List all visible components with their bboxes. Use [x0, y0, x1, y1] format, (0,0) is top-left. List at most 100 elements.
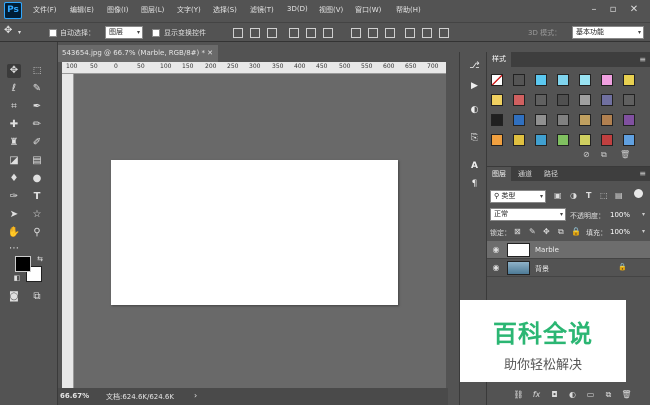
new-group-icon[interactable]: ▭: [585, 389, 596, 400]
adjustments-icon[interactable]: ◐: [468, 104, 481, 117]
new-layer-icon[interactable]: ⧉: [603, 389, 614, 400]
close-icon[interactable]: ✕: [626, 3, 642, 17]
clone-stamp-tool-icon[interactable]: ♜: [7, 136, 21, 150]
move-tool-icon[interactable]: ✥: [4, 25, 12, 36]
layer-style-icon[interactable]: fx: [531, 389, 542, 400]
blend-mode-dropdown[interactable]: 正常 ▾: [490, 208, 566, 221]
layer-row-marble[interactable]: ◉ Marble: [487, 241, 650, 259]
style-swatch[interactable]: [557, 74, 569, 86]
delete-layer-icon[interactable]: 🗑: [621, 389, 632, 400]
eraser-tool-icon[interactable]: ◪: [7, 154, 21, 168]
align-vcenter-icon[interactable]: [250, 28, 260, 38]
tab-layers[interactable]: 图层: [487, 167, 511, 181]
distribute-right-icon[interactable]: [439, 28, 449, 38]
auto-select-dropdown[interactable]: 图层 ▾: [105, 26, 143, 39]
filter-toggle-icon[interactable]: [634, 189, 643, 198]
style-swatch[interactable]: [623, 74, 635, 86]
default-colors-icon[interactable]: ◧: [10, 271, 24, 285]
lasso-tool-icon[interactable]: ℓ: [7, 82, 21, 96]
style-swatch[interactable]: [535, 134, 547, 146]
move-tool-icon[interactable]: ✥: [7, 64, 21, 78]
image-canvas[interactable]: [111, 160, 398, 305]
align-bottom-icon[interactable]: [267, 28, 277, 38]
style-swatch[interactable]: [557, 94, 569, 106]
menu-layer[interactable]: 图层(L): [141, 5, 164, 15]
quick-select-tool-icon[interactable]: ✎: [30, 82, 44, 96]
character-icon[interactable]: A: [468, 160, 481, 173]
style-swatch[interactable]: [535, 114, 547, 126]
style-swatch[interactable]: [601, 74, 613, 86]
align-hcenter-icon[interactable]: [306, 28, 316, 38]
visibility-eye-icon[interactable]: ◉: [491, 263, 501, 273]
style-swatch[interactable]: [535, 94, 547, 106]
menu-help[interactable]: 帮助(H): [396, 5, 421, 15]
style-swatch[interactable]: [623, 114, 635, 126]
fill-value[interactable]: 100%: [610, 228, 630, 236]
style-swatch[interactable]: [557, 114, 569, 126]
style-swatch[interactable]: [513, 134, 525, 146]
dodge-tool-icon[interactable]: ●: [30, 172, 44, 186]
align-right-icon[interactable]: [323, 28, 333, 38]
style-swatch[interactable]: [601, 114, 613, 126]
filter-adjustment-icon[interactable]: ◑: [570, 191, 577, 200]
style-swatch[interactable]: [601, 134, 613, 146]
menu-view[interactable]: 视图(V): [319, 5, 343, 15]
close-tab-icon[interactable]: ✕: [207, 45, 213, 62]
adjustment-layer-icon[interactable]: ◐: [567, 389, 578, 400]
document-tab[interactable]: 543654.jpg @ 66.7% (Marble, RGB/8#) * ✕: [58, 45, 218, 62]
hand-tool-icon[interactable]: ✋: [7, 226, 21, 240]
style-swatch[interactable]: [513, 94, 525, 106]
style-swatch[interactable]: [535, 74, 547, 86]
distribute-vcenter-icon[interactable]: [368, 28, 378, 38]
menu-edit[interactable]: 编辑(E): [70, 5, 94, 15]
filter-shape-icon[interactable]: ⬚: [600, 191, 608, 200]
add-mask-icon[interactable]: ◘: [549, 389, 560, 400]
auto-select-checkbox[interactable]: [49, 29, 57, 37]
screen-mode-icon[interactable]: ⧉: [30, 290, 44, 304]
menu-type[interactable]: 文字(Y): [177, 5, 201, 15]
style-swatch[interactable]: [513, 74, 525, 86]
new-style-icon[interactable]: ⧉: [601, 150, 607, 160]
style-swatch[interactable]: [579, 134, 591, 146]
filter-kind-dropdown[interactable]: ⚲ 类型 ▾: [490, 190, 546, 203]
opacity-value[interactable]: 100%: [610, 211, 630, 219]
properties-icon[interactable]: ⎘: [468, 132, 481, 145]
shape-tool-icon[interactable]: ☆: [30, 208, 44, 222]
menu-image[interactable]: 图像(I): [107, 5, 129, 15]
gradient-tool-icon[interactable]: ▤: [30, 154, 44, 168]
align-left-icon[interactable]: [289, 28, 299, 38]
menu-filter[interactable]: 滤镜(T): [250, 5, 274, 15]
blur-tool-icon[interactable]: ♦: [7, 172, 21, 186]
style-swatch[interactable]: [623, 94, 635, 106]
foreground-color-swatch[interactable]: [15, 256, 31, 272]
clear-style-icon[interactable]: ⊘: [583, 150, 590, 159]
zoom-level[interactable]: 66.67%: [60, 392, 89, 400]
distribute-top-icon[interactable]: [351, 28, 361, 38]
menu-select[interactable]: 选择(S): [213, 5, 237, 15]
info-arrow-icon[interactable]: ›: [194, 391, 197, 400]
history-brush-tool-icon[interactable]: ✐: [30, 136, 44, 150]
pen-tool-icon[interactable]: ✑: [7, 190, 21, 204]
style-swatch[interactable]: [491, 114, 503, 126]
crop-tool-icon[interactable]: ⌗: [7, 100, 21, 114]
link-layers-icon[interactable]: ⛓: [513, 389, 524, 400]
align-top-icon[interactable]: [233, 28, 243, 38]
panel-menu-icon[interactable]: ≡: [639, 169, 646, 178]
menu-3d[interactable]: 3D(D): [287, 5, 308, 13]
filter-smart-object-icon[interactable]: ▤: [615, 191, 623, 200]
style-swatch[interactable]: [579, 114, 591, 126]
lock-all-icon[interactable]: 🔒: [571, 227, 581, 236]
actions-icon[interactable]: ▶: [468, 80, 481, 93]
path-select-tool-icon[interactable]: ➤: [7, 208, 21, 222]
zoom-tool-icon[interactable]: ⚲: [30, 226, 44, 240]
chevron-down-icon[interactable]: ▾: [642, 211, 645, 218]
lock-transparent-icon[interactable]: ⊠: [514, 227, 521, 236]
menu-window[interactable]: 窗口(W): [355, 5, 381, 15]
distribute-bottom-icon[interactable]: [385, 28, 395, 38]
filter-type-icon[interactable]: T: [586, 191, 591, 200]
style-swatch[interactable]: [513, 114, 525, 126]
healing-brush-tool-icon[interactable]: ✚: [7, 118, 21, 132]
style-swatch[interactable]: [557, 134, 569, 146]
delete-style-icon[interactable]: 🗑: [620, 150, 630, 159]
more-tools-icon[interactable]: ⋯: [7, 242, 21, 256]
